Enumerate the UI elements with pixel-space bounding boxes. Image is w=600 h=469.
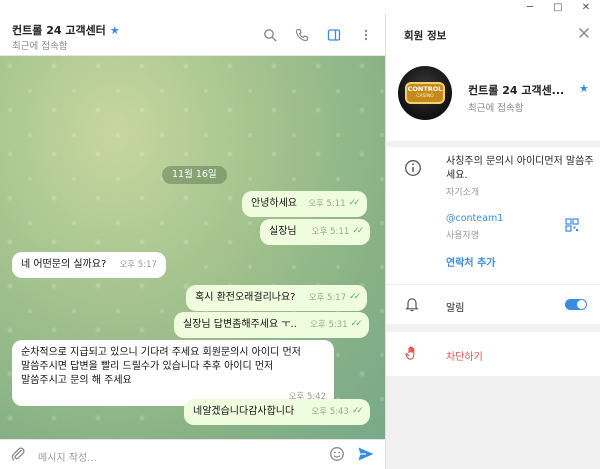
bio-text: 사칭주의 문의시 아이디먼저 말씀주세요.	[446, 156, 594, 181]
message-bubble[interactable]: 네 어떤문의 실까요? 오후 5:17	[12, 252, 166, 278]
username-link[interactable]: @conteam1	[446, 213, 503, 224]
phone-icon[interactable]	[293, 26, 311, 44]
message-bubble[interactable]: 실장님 오후 5:11 ✓✓	[260, 219, 371, 245]
add-contact-link[interactable]: 연락처 추가	[446, 254, 495, 269]
close-icon[interactable]	[577, 26, 591, 43]
message-meta: 오후 5:17	[119, 258, 156, 270]
chat-panel: 컨트롤 24 고객센터 ★ 최근에 접속함 11월 16일 안녕하세요 오후 5	[0, 14, 385, 469]
message-text: 네알겠습니다감사합니다	[193, 406, 295, 417]
avatar-logo-subtext: CASINO	[416, 94, 434, 99]
info-circle-icon	[404, 159, 422, 180]
message-time: 오후 5:17	[308, 293, 347, 303]
window-titlebar: ─ □ ✕	[0, 0, 600, 14]
bio-label: 자기소개	[446, 188, 480, 198]
message-composer: 메시지 작성...	[0, 439, 385, 469]
profile-details: 사칭주의 문의시 아이디먼저 말씀주세요. 자기소개 @conteam1 사용자…	[386, 147, 600, 284]
profile-status: 최근에 접속함	[468, 103, 524, 114]
read-checks-icon: ✓✓	[351, 406, 364, 416]
chat-header[interactable]: 컨트롤 24 고객센터 ★ 최근에 접속함	[0, 14, 385, 56]
read-checks-icon: ✓✓	[348, 198, 361, 208]
search-icon[interactable]	[261, 26, 279, 44]
message-text: 안녕하세요	[251, 198, 297, 209]
window-controls: ─ □ ✕	[516, 0, 600, 14]
avatar-logo-text: CONTROL	[407, 85, 443, 93]
message-area[interactable]: 11월 16일 안녕하세요 오후 5:11 ✓✓ 실장님 오후 5:11 ✓✓ …	[0, 56, 385, 439]
send-icon[interactable]	[357, 446, 375, 465]
block-user-row[interactable]: 차단하기	[386, 332, 600, 376]
chat-title-text: 컨트롤 24 고객센터	[12, 24, 106, 37]
chat-title[interactable]: 컨트롤 24 고객센터 ★	[12, 22, 120, 38]
toggle-knob	[577, 300, 586, 309]
message-meta: 오후 5:31 ✓✓	[310, 318, 363, 330]
message-meta: 오후 5:11 ✓✓	[311, 225, 365, 237]
block-hand-icon	[404, 345, 420, 364]
message-meta: 오후 5:17 ✓✓	[308, 291, 362, 303]
message-time: 오후 5:43	[311, 407, 349, 417]
message-text: 네 어떤문의 실까요?	[21, 259, 107, 270]
chat-header-actions	[261, 26, 375, 44]
profile-card: CONTROL CASINO 컨트롤 24 고객센... ★ 최근에 접속함	[386, 56, 600, 141]
message-bubble[interactable]: 순차적으로 지급되고 있으니 기다려 주세요 회원문의시 아이디 먼저 말씀주시…	[12, 340, 334, 406]
close-window-button[interactable]: ✕	[572, 0, 600, 14]
read-checks-icon: ✓✓	[352, 226, 364, 236]
more-vertical-icon[interactable]	[357, 26, 375, 44]
message-bubble[interactable]: 네알겠습니다감사합니다 오후 5:43 ✓✓	[184, 399, 370, 425]
message-time: 오후 5:11	[311, 227, 350, 237]
message-text: 실장님	[269, 226, 297, 237]
message-text: 순차적으로 지급되고 있으니 기다려 주세요 회원문의시 아이디 먼저 말씀주시…	[21, 347, 301, 386]
message-bubble[interactable]: 실장님 답변좀해주세요 ㅜ.. 오후 5:31 ✓✓	[174, 312, 369, 338]
info-title: 회원 정보	[404, 30, 447, 42]
message-text: 실장님 답변좀해주세요 ㅜ..	[183, 319, 297, 330]
avatar-logo: CONTROL CASINO	[405, 82, 445, 104]
bell-icon	[404, 296, 420, 315]
qr-code-icon[interactable]	[565, 218, 579, 235]
attach-icon[interactable]	[10, 446, 26, 465]
avatar[interactable]: CONTROL CASINO	[398, 66, 452, 120]
message-time: 오후 5:31	[310, 320, 348, 330]
verified-star-icon: ★	[109, 23, 120, 37]
sidebar-toggle-icon[interactable]	[325, 26, 343, 44]
message-input[interactable]: 메시지 작성...	[38, 449, 97, 464]
minimize-button[interactable]: ─	[516, 0, 544, 14]
notifications-label: 알림	[446, 303, 465, 314]
message-text: 혹시 환전오래걸리나요?	[195, 292, 296, 303]
username-label: 사용자명	[446, 231, 480, 241]
message-time: 오후 5:17	[119, 260, 157, 270]
block-user-label: 차단하기	[446, 352, 483, 363]
profile-name: 컨트롤 24 고객센...	[468, 84, 565, 97]
read-checks-icon: ✓✓	[349, 292, 361, 302]
chat-status: 최근에 접속함	[12, 41, 68, 52]
message-meta: 오후 5:11 ✓✓	[308, 197, 361, 209]
maximize-button[interactable]: □	[544, 0, 572, 14]
message-meta: 오후 5:43 ✓✓	[311, 405, 364, 417]
message-bubble[interactable]: 안녕하세요 오후 5:11 ✓✓	[242, 191, 367, 217]
read-checks-icon: ✓✓	[350, 319, 363, 329]
notifications-toggle[interactable]	[565, 299, 587, 310]
user-info-panel: 회원 정보 CONTROL CASINO 컨트롤 24 고객센... ★ 최근에…	[385, 14, 600, 469]
message-time: 오후 5:11	[308, 199, 346, 209]
notifications-row[interactable]: 알림	[386, 284, 600, 324]
verified-star-icon: ★	[579, 82, 589, 95]
info-header: 회원 정보	[386, 14, 600, 56]
date-divider: 11월 16일	[162, 166, 227, 184]
message-bubble[interactable]: 혹시 환전오래걸리나요? 오후 5:17 ✓✓	[186, 285, 368, 311]
emoji-icon[interactable]	[329, 446, 345, 465]
